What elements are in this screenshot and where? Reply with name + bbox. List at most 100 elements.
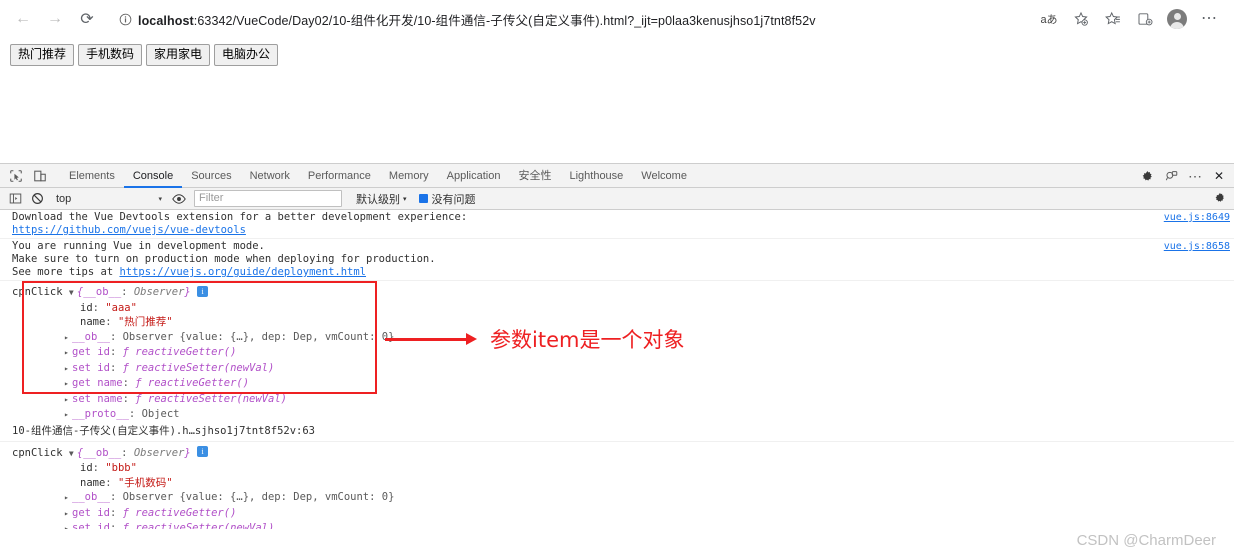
reload-icon[interactable]: ⟳ <box>72 5 102 33</box>
source-link-object-1[interactable]: 10-组件通信-子传父(自定义事件).h…sjhso1j7tnt8f52v:63 <box>12 425 315 437</box>
device-toolbar-icon[interactable] <box>28 165 52 187</box>
source-link[interactable]: vue.js:8649 <box>1164 212 1230 223</box>
prop-key-get-id-2: get id <box>72 506 110 519</box>
prop-value-ob-2: Observer {value: {…}, dep: Dep, vmCount:… <box>122 491 395 503</box>
prop-fn-get-name: reactiveGetter() <box>147 377 250 389</box>
devtools-tabbar-actions: ⋯ ✕ <box>1136 164 1230 188</box>
expand-triangle-proto-icon[interactable]: ▸ <box>64 408 72 423</box>
tab-lighthouse[interactable]: Lighthouse <box>560 164 632 188</box>
console-message-vue-devtools: Download the Vue Devtools extension for … <box>0 210 1234 239</box>
tab-application[interactable]: Application <box>438 164 510 188</box>
expand-triangle-getname-icon[interactable]: ▸ <box>64 377 72 392</box>
devtools-more-icon[interactable]: ⋯ <box>1184 165 1206 187</box>
browser-toolbar: ← → ⟳ localhost:63342/VueCode/Day02/10-组… <box>0 0 1234 38</box>
tab-performance[interactable]: Performance <box>299 164 380 188</box>
watermark: CSDN @CharmDeer <box>1076 532 1216 549</box>
back-icon[interactable]: ← <box>8 5 38 33</box>
address-text: localhost:63342/VueCode/Day02/10-组件化开发/1… <box>138 10 816 29</box>
inspect-element-icon[interactable] <box>4 165 28 187</box>
vue-devtools-link[interactable]: https://github.com/vuejs/vue-devtools <box>12 224 246 236</box>
prop-key-id: id <box>80 301 93 314</box>
arrow-head-icon <box>466 333 477 345</box>
prop-key-set-id: set id <box>72 361 110 374</box>
expand-triangle-ob-icon-2[interactable]: ▸ <box>64 491 72 506</box>
profile-avatar[interactable] <box>1162 5 1192 33</box>
collections-icon[interactable] <box>1130 5 1160 33</box>
object-header-type-2: Observer <box>133 446 185 459</box>
gear-icon[interactable] <box>1136 165 1158 187</box>
console-output[interactable]: Download the Vue Devtools extension for … <box>0 210 1234 529</box>
object-log-label: cpnClick <box>12 286 63 298</box>
category-button-0[interactable]: 热门推荐 <box>10 44 75 66</box>
console-filter-input[interactable]: Filter <box>194 190 342 207</box>
console-filter-bar: top ▾ Filter 默认级别 ▾ 没有问题 <box>0 188 1234 210</box>
category-button-2[interactable]: 家用家电 <box>146 44 211 66</box>
prop-value-id-2: "bbb" <box>105 462 137 474</box>
console-sidebar-toggle-icon[interactable] <box>4 189 26 209</box>
category-button-1[interactable]: 手机数码 <box>78 44 143 66</box>
page-viewport: 热门推荐 手机数码 家用家电 电脑办公 子组件发射自定义事件，父组件监听子组件发… <box>0 38 1234 295</box>
console-settings-icon[interactable] <box>1214 191 1226 209</box>
chevron-down-icon: ▾ <box>158 195 162 203</box>
log-level-select[interactable]: 默认级别 ▾ <box>356 191 407 207</box>
expand-triangle-icon-2[interactable]: ▼ <box>69 447 77 462</box>
console-object-entry-2[interactable]: cpnClick ▼ {__ob__: Observer} i id: "bbb"… <box>0 442 1234 529</box>
devtools-close-icon[interactable]: ✕ <box>1208 165 1230 187</box>
clear-console-icon[interactable] <box>26 189 48 209</box>
vue-deployment-link[interactable]: https://vuejs.org/guide/deployment.html <box>119 266 366 278</box>
execution-context-select[interactable]: top ▾ <box>50 190 168 208</box>
navigation-buttons: ← → ⟳ <box>8 5 102 33</box>
annotation-arrow: 参数item是一个对象 <box>385 324 684 354</box>
forward-icon[interactable]: → <box>40 5 70 33</box>
category-button-3[interactable]: 电脑办公 <box>214 44 279 66</box>
prop-fn-set-id-2: reactiveSetter(newVal) <box>135 522 275 529</box>
tab-memory[interactable]: Memory <box>380 164 438 188</box>
favorites-icon[interactable] <box>1098 5 1128 33</box>
add-favorite-icon[interactable] <box>1066 5 1096 33</box>
expand-triangle-getid-icon[interactable]: ▸ <box>64 346 72 361</box>
prop-value-proto: Object <box>141 408 180 420</box>
avatar <box>1167 9 1187 29</box>
tab-console[interactable]: Console <box>124 164 182 188</box>
annotation-arrow-label: 参数item是一个对象 <box>490 328 685 352</box>
prop-key-set-name: set name <box>72 392 123 405</box>
category-button-row: 热门推荐 手机数码 家用家电 电脑办公 <box>0 38 1234 66</box>
expand-triangle-setid-icon[interactable]: ▸ <box>64 362 72 377</box>
expand-triangle-icon[interactable]: ▼ <box>69 286 77 301</box>
issues-badge[interactable]: 没有问题 <box>418 191 476 207</box>
live-expression-eye-icon[interactable] <box>168 189 190 209</box>
prop-fn-get-id-2: reactiveGetter() <box>135 506 237 519</box>
address-bar[interactable]: localhost:63342/VueCode/Day02/10-组件化开发/1… <box>110 6 1034 32</box>
source-link-2[interactable]: vue.js:8658 <box>1164 241 1230 252</box>
prop-fn-set-id: reactiveSetter(newVal) <box>135 361 275 374</box>
prop-fn-set-name: reactiveSetter(newVal) <box>147 392 287 405</box>
info-icon-2[interactable]: i <box>197 446 209 457</box>
prop-fn-get-id: reactiveGetter() <box>135 346 237 358</box>
expand-triangle-ob-icon[interactable]: ▸ <box>64 331 72 346</box>
expand-triangle-setname-icon[interactable]: ▸ <box>64 393 72 408</box>
prop-value-id: "aaa" <box>105 301 137 314</box>
tab-network[interactable]: Network <box>241 164 299 188</box>
arrow-line <box>385 337 467 341</box>
address-host: localhost <box>138 13 194 28</box>
console-message-dev-mode: You are running Vue in development mode.… <box>0 239 1234 281</box>
site-info-icon[interactable] <box>116 10 134 28</box>
prop-key-name-2: name <box>80 476 106 489</box>
console-object-entry[interactable]: cpnClick ▼ {__ob__: Observer} i id: "aaa"… <box>0 281 1234 442</box>
message-line-3-prefix: See more tips at <box>12 266 120 278</box>
prop-key-name: name <box>80 316 106 328</box>
message-line-2: Make sure to turn on production mode whe… <box>12 253 436 265</box>
tab-elements[interactable]: Elements <box>60 164 124 188</box>
prop-key-proto: __proto__ <box>72 408 129 420</box>
browser-settings-icon[interactable]: ⋯ <box>1194 5 1224 33</box>
expand-triangle-setid-icon-2[interactable]: ▸ <box>64 522 72 529</box>
issues-label: 没有问题 <box>431 193 476 206</box>
info-icon[interactable]: i <box>197 285 209 297</box>
tab-welcome[interactable]: Welcome <box>632 164 696 188</box>
devtools-feedback-icon[interactable] <box>1160 165 1182 187</box>
read-aloud-icon[interactable]: aあ <box>1034 5 1064 33</box>
tab-security[interactable]: 安全性 <box>509 164 560 188</box>
expand-triangle-getid-icon-2[interactable]: ▸ <box>64 507 72 522</box>
prop-key-id-2: id <box>80 462 93 474</box>
tab-sources[interactable]: Sources <box>182 164 240 188</box>
